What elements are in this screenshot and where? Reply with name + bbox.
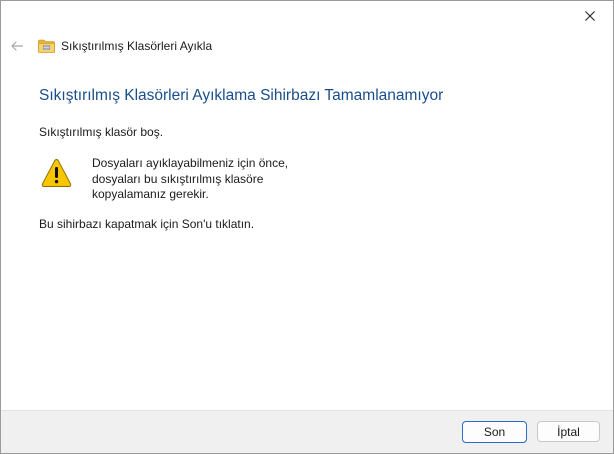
warning-icon [41, 159, 72, 187]
zip-folder-icon [38, 39, 55, 53]
wizard-window: Sıkıştırılmış Klasörleri Ayıkla Sıkıştır… [0, 0, 614, 454]
warning-line-3: kopyalamanız gerekir. [92, 187, 209, 201]
finish-button[interactable]: Son [462, 421, 527, 443]
wizard-footer: Son İptal [1, 410, 613, 453]
back-arrow-icon [11, 41, 23, 51]
back-button[interactable] [7, 36, 27, 56]
wizard-title: Sıkıştırılmış Klasörleri Ayıkla [61, 39, 213, 53]
instruction-message: Bu sihirbazı kapatmak için Son'u tıklatı… [39, 217, 255, 231]
close-button[interactable] [567, 1, 613, 31]
cancel-button[interactable]: İptal [537, 421, 600, 442]
page-heading: Sıkıştırılmış Klasörleri Ayıklama Sihirb… [39, 87, 444, 104]
warning-message: Dosyaları ayıklayabilmeniz için önce, do… [92, 156, 288, 203]
wizard-header: Sıkıştırılmış Klasörleri Ayıkla [38, 37, 212, 55]
warning-line-1: Dosyaları ayıklayabilmeniz için önce, [92, 156, 289, 170]
warning-line-2: dosyaları bu sıkıştırılmış klasöre [92, 171, 264, 186]
status-message: Sıkıştırılmış klasör boş. [39, 125, 164, 139]
close-icon [585, 11, 595, 21]
